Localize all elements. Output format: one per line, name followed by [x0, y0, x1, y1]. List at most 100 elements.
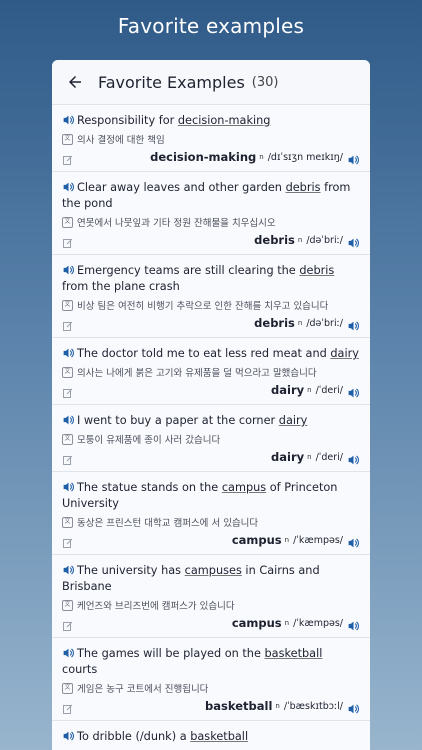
promo-title: Favorite examples [117, 14, 305, 38]
app-bar: Favorite Examples (30) [52, 60, 370, 104]
translation-row: 文 게임은 농구 코트에서 진행됩니다 [62, 681, 360, 695]
speaker-icon[interactable] [347, 151, 360, 165]
sentence-text: To dribble (/dunk) a [77, 730, 191, 743]
sentence-term[interactable]: basketball [190, 730, 248, 743]
word-headword: debris [254, 316, 295, 330]
speaker-icon[interactable] [62, 264, 75, 276]
part-of-speech: n [307, 453, 312, 461]
speaker-icon[interactable] [62, 347, 75, 359]
speaker-icon[interactable] [347, 451, 360, 465]
sentence-text: The statue stands on the [77, 481, 222, 494]
word-info: debris n/dəˈbriː/ [254, 316, 360, 331]
translation-text: 동상은 프린스턴 대학교 캠퍼스에 서 있습니다 [77, 518, 259, 529]
translate-icon: 文 [62, 133, 73, 145]
sentence-text: I went to buy a paper at the corner [77, 414, 279, 427]
speaker-icon[interactable] [347, 384, 360, 398]
favorite-count: (30) [251, 74, 279, 90]
translation-text: 게임은 농구 코트에서 진행됩니다 [77, 684, 209, 695]
pronunciation: /ˈderi/ [315, 451, 343, 463]
app-screen: Favorite Examples (30) Responsibility fo… [52, 60, 370, 750]
edit-icon[interactable] [62, 151, 74, 165]
pronunciation: /dəˈbriː/ [306, 317, 343, 329]
speaker-icon[interactable] [347, 234, 360, 248]
sentence-text: Emergency teams are still clearing the [77, 264, 300, 277]
translate-icon: 文 [62, 366, 73, 378]
translation-row: 文 모퉁이 유제품에 종이 사러 갔습니다 [62, 432, 360, 446]
example-card: To dribble (/dunk) a basketball文농구 드리블하기 [52, 720, 370, 750]
word-info: campus n/ˈkæmpəs/ [231, 616, 360, 631]
example-card: Responsibility for decision-making 文 의사 결정… [52, 104, 370, 171]
translate-icon: 文 [62, 299, 73, 311]
word-headword: dairy [271, 450, 305, 464]
part-of-speech: n [297, 319, 303, 327]
translation-row: 文 의사 결정에 대한 책임 [62, 132, 360, 146]
part-of-speech: n [275, 702, 280, 710]
speaker-icon[interactable] [347, 617, 360, 631]
sentence-term[interactable]: campuses [185, 564, 242, 577]
example-sentence: Responsibility for decision-making [62, 113, 360, 129]
word-headword: campus [231, 616, 282, 630]
word-info: campus n/ˈkæmpəs/ [232, 533, 360, 548]
translation-text: 모퉁이 유제품에 종이 사러 갔습니다 [77, 435, 221, 446]
sentence-term[interactable]: dairy [279, 414, 308, 427]
translation-row: 文 동상은 프린스턴 대학교 캠퍼스에 서 있습니다 [62, 515, 360, 529]
word-info: decision-making n/dɪˈsɪʒn meɪkɪŋ/ [150, 150, 360, 165]
speaker-icon[interactable] [62, 181, 75, 193]
translate-icon: 文 [62, 599, 73, 611]
word-headword: basketball [205, 699, 273, 713]
pronunciation: /ˈkæmpəs/ [293, 534, 343, 546]
speaker-icon[interactable] [62, 730, 75, 742]
example-card: The university has campuses in Cairns an… [52, 554, 370, 637]
sentence-text: courts [62, 663, 98, 676]
pronunciation: /ˈbæskɪtbɔːl/ [283, 700, 343, 712]
sentence-term[interactable]: debris [286, 181, 321, 194]
example-sentence: The doctor told me to eat less red meat … [62, 346, 360, 362]
word-row: campus n/ˈkæmpəs/ [62, 616, 360, 631]
speaker-icon[interactable] [347, 700, 360, 714]
edit-icon[interactable] [62, 234, 74, 248]
edit-icon[interactable] [62, 317, 74, 331]
sentence-term[interactable]: decision-making [178, 114, 271, 127]
edit-icon[interactable] [62, 617, 74, 631]
sentence-text: Clear away leaves and other garden [77, 181, 286, 194]
word-info: basketball n/ˈbæskɪtbɔːl/ [205, 699, 360, 714]
edit-icon[interactable] [62, 451, 74, 465]
translation-text: 연못에서 나뭇잎과 기타 정원 잔해물을 치우십시오 [77, 218, 276, 229]
speaker-icon[interactable] [62, 414, 75, 426]
example-card: The games will be played on the basketba… [52, 637, 370, 720]
word-info: dairy n/ˈderi/ [271, 450, 360, 465]
example-card: Clear away leaves and other garden debri… [52, 171, 370, 254]
edit-icon[interactable] [62, 384, 74, 398]
pronunciation: /dɪˈsɪʒn meɪkɪŋ/ [267, 151, 343, 163]
sentence-term[interactable]: basketball [265, 647, 323, 660]
speaker-icon[interactable] [62, 481, 75, 493]
speaker-icon[interactable] [62, 647, 75, 659]
example-sentence: Clear away leaves and other garden debri… [62, 180, 360, 212]
translation-text: 의사 결정에 대한 책임 [77, 135, 165, 146]
speaker-icon[interactable] [62, 114, 75, 126]
example-sentence: To dribble (/dunk) a basketball [62, 729, 360, 745]
sentence-text: The games will be played on the [77, 647, 265, 660]
part-of-speech: n [307, 386, 312, 394]
word-row: dairy n/ˈderi/ [62, 383, 360, 398]
word-headword: dairy [271, 383, 305, 397]
sentence-term[interactable]: debris [299, 264, 334, 277]
sentence-term[interactable]: dairy [330, 347, 359, 360]
edit-icon[interactable] [62, 700, 74, 714]
word-info: dairy n/ˈderi/ [271, 383, 360, 398]
sentence-text: Responsibility for [77, 114, 178, 127]
speaker-icon[interactable] [62, 564, 75, 576]
part-of-speech: n [297, 236, 303, 244]
speaker-icon[interactable] [347, 534, 360, 548]
example-sentence: The statue stands on the campus of Princ… [62, 480, 360, 512]
part-of-speech: n [284, 619, 290, 627]
translate-icon: 文 [62, 516, 73, 528]
example-list: Responsibility for decision-making 文 의사 결정… [52, 104, 370, 750]
sentence-term[interactable]: campus [222, 481, 266, 494]
example-card: The doctor told me to eat less red meat … [52, 337, 370, 404]
arrow-left-icon[interactable] [66, 73, 84, 91]
example-sentence: The games will be played on the basketba… [62, 646, 360, 678]
speaker-icon[interactable] [347, 317, 360, 331]
edit-icon[interactable] [62, 534, 74, 548]
translate-icon: 文 [62, 682, 73, 694]
